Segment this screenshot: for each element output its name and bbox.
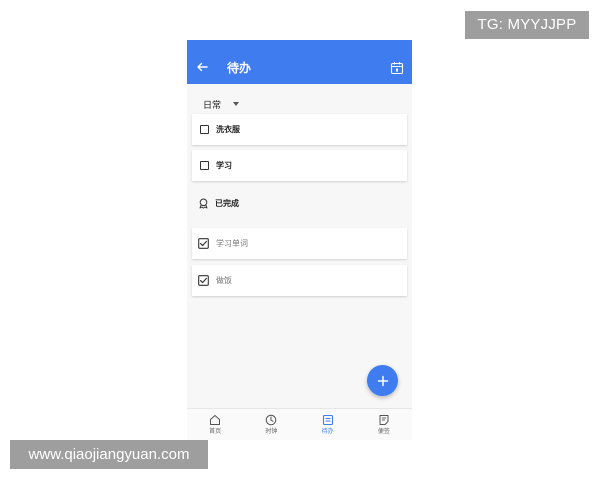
nav-item-note[interactable]: 便签 <box>356 409 412 440</box>
calendar-icon[interactable] <box>390 61 404 75</box>
nav-item-clock[interactable]: 时钟 <box>243 409 299 440</box>
clock-icon <box>266 414 277 426</box>
checkbox-empty-icon[interactable] <box>200 161 209 170</box>
completed-section-label: 已完成 <box>215 198 239 208</box>
completed-label: 做饭 <box>216 276 232 285</box>
checkbox-checked-icon[interactable] <box>198 275 209 286</box>
todo-item[interactable]: 学习 <box>192 150 407 181</box>
nav-label: 待办 <box>321 428 334 435</box>
phone-screen: 待办 日常 洗衣服 学习 已完成 学习单词 做饭 首页 时钟 待办 便签 <box>187 40 412 440</box>
app-bar: 待办 <box>187 40 412 84</box>
todo-label: 学习 <box>216 161 232 170</box>
add-todo-button[interactable] <box>367 365 398 396</box>
checkbox-empty-icon[interactable] <box>200 125 209 134</box>
checkbox-checked-icon[interactable] <box>198 238 209 249</box>
watermark-top: TG: MYYJJPP <box>465 11 589 39</box>
completed-label: 学习单词 <box>216 239 248 248</box>
page-title: 待办 <box>227 61 252 75</box>
home-icon <box>210 415 221 425</box>
nav-item-home[interactable]: 首页 <box>187 409 243 440</box>
todo-icon <box>322 414 333 426</box>
plus-icon <box>377 375 388 386</box>
bottom-navigation: 首页 时钟 待办 便签 <box>187 408 412 440</box>
caret-down-icon <box>233 102 240 106</box>
arrow-left-icon[interactable] <box>196 61 208 73</box>
nav-item-todo[interactable]: 待办 <box>300 409 356 440</box>
nav-label: 时钟 <box>265 428 278 435</box>
category-dropdown[interactable]: 日常 <box>203 96 240 112</box>
watermark-bottom: www.qiaojiangyuan.com <box>10 440 208 469</box>
completed-item[interactable]: 做饭 <box>192 265 407 296</box>
nav-label: 首页 <box>209 428 222 435</box>
note-icon <box>379 415 389 425</box>
todo-item[interactable]: 洗衣服 <box>192 114 407 145</box>
category-selected-label: 日常 <box>203 100 222 111</box>
nav-label: 便签 <box>377 428 390 435</box>
completed-item[interactable]: 学习单词 <box>192 228 407 259</box>
completed-section-header: 已完成 <box>198 196 239 210</box>
todo-label: 洗衣服 <box>216 125 240 134</box>
medal-icon <box>199 198 208 209</box>
